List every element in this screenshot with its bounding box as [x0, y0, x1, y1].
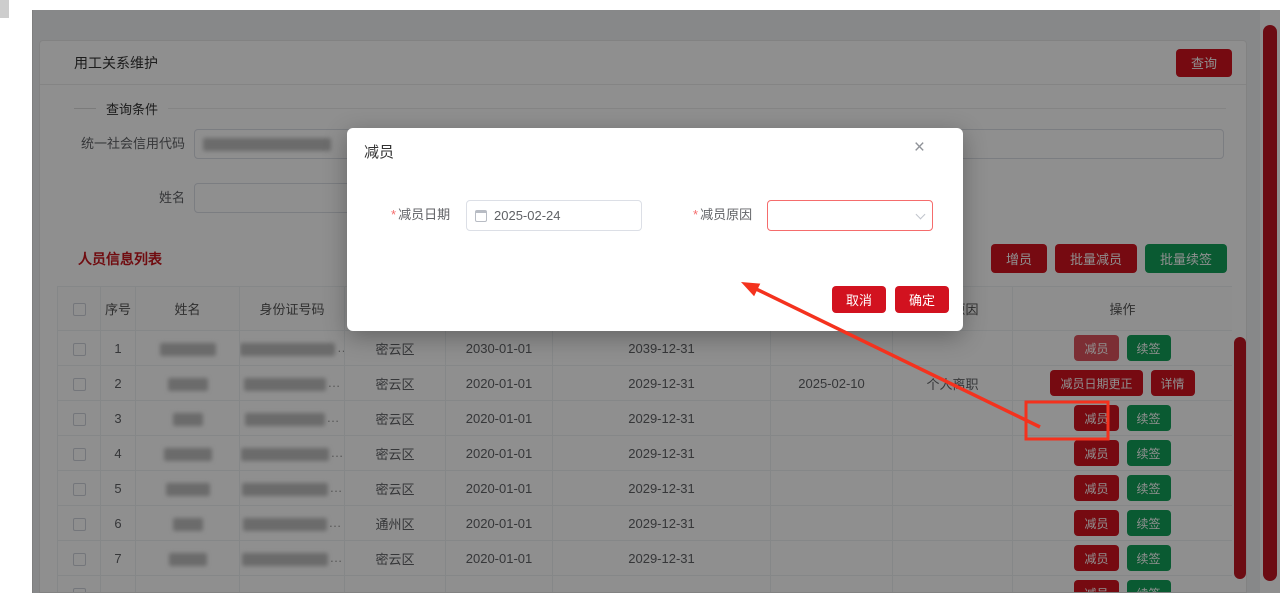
modal-footer: 取消 确定: [832, 286, 949, 313]
chevron-down-icon: [916, 209, 926, 219]
confirm-button[interactable]: 确定: [895, 286, 949, 313]
modal-title: 减员: [364, 141, 394, 162]
required-asterisk: *: [693, 207, 698, 222]
close-icon[interactable]: ×: [914, 138, 925, 157]
cancel-button[interactable]: 取消: [832, 286, 886, 313]
required-asterisk: *: [391, 207, 396, 222]
reduce-reason-select[interactable]: [767, 200, 933, 231]
reduce-staff-modal: 减员 × *减员日期 2025-02-24 *减员原因 取消 确定: [347, 128, 963, 331]
reduce-date-input[interactable]: 2025-02-24: [466, 200, 642, 231]
reduce-reason-label: *减员原因: [693, 200, 752, 230]
calendar-icon: [475, 210, 487, 222]
scrollbar-corner-artifact: [0, 0, 9, 18]
reduce-date-value: 2025-02-24: [494, 208, 561, 223]
reduce-date-label: *减员日期: [391, 200, 450, 230]
